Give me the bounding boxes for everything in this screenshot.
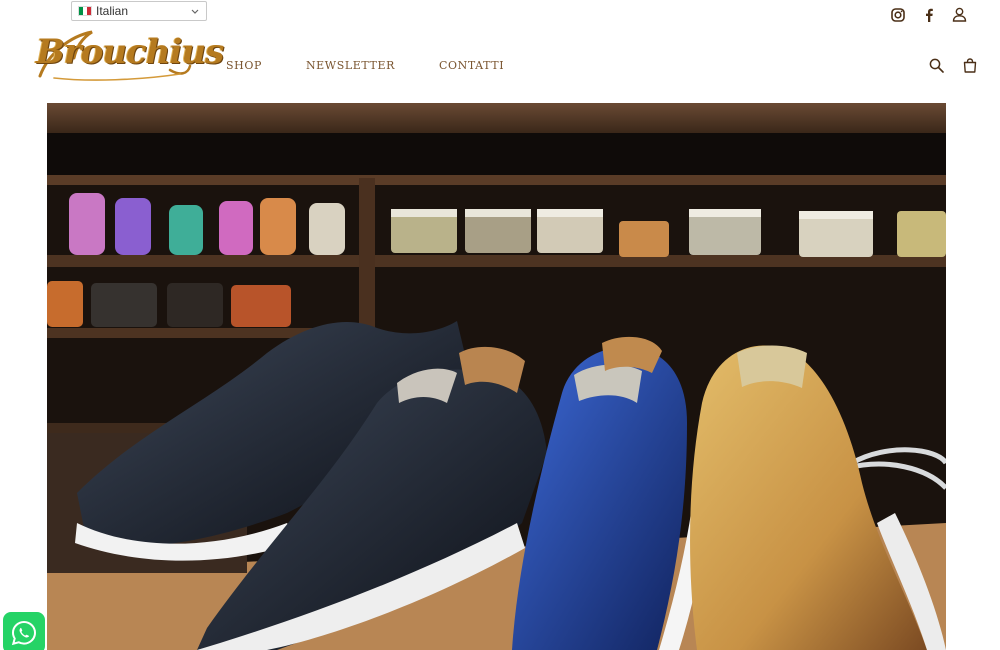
brand-logo[interactable]: Brouchius [30, 24, 224, 88]
facebook-icon[interactable] [920, 6, 937, 23]
nav-item-newsletter[interactable]: NEWSLETTER [306, 59, 395, 72]
language-selector[interactable]: Italian [71, 1, 207, 21]
language-selected-label: Italian [96, 4, 129, 18]
whatsapp-button[interactable] [3, 612, 45, 650]
account-icon[interactable] [951, 6, 968, 23]
top-icons-bar [889, 6, 968, 23]
whatsapp-icon [11, 620, 37, 646]
nav-item-contatti[interactable]: CONTATTI [439, 59, 504, 72]
instagram-icon[interactable] [889, 6, 906, 23]
search-icon[interactable] [928, 57, 945, 74]
logo-text: Brouchius [36, 32, 224, 72]
nav-item-shop[interactable]: SHOP [226, 59, 262, 72]
cart-icon[interactable] [961, 57, 978, 74]
main-nav: SHOP NEWSLETTER CONTATTI [226, 59, 504, 72]
utility-icons [928, 57, 978, 74]
hero-image [47, 103, 946, 650]
italy-flag-icon [78, 6, 92, 16]
chevron-down-icon [191, 9, 199, 14]
